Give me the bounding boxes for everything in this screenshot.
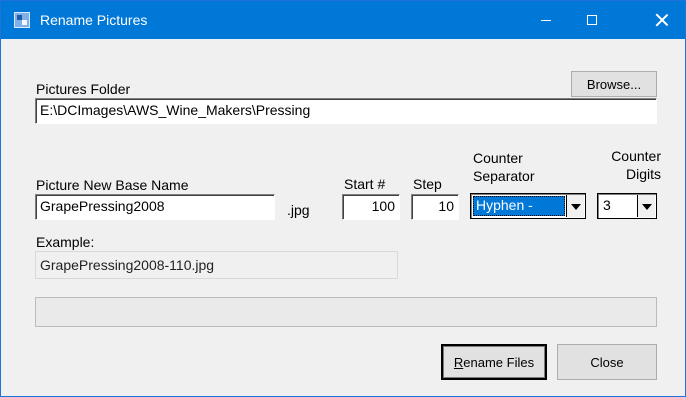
rename-pictures-window: Rename Pictures Pictures Folder Browse..…	[0, 0, 686, 397]
rename-files-label: ename Files	[463, 354, 535, 370]
example-output: GrapePressing2008-110.jpg	[35, 251, 398, 279]
start-number-input[interactable]: 100	[342, 194, 400, 220]
base-name-label: Picture New Base Name	[36, 177, 189, 193]
pictures-folder-input[interactable]: E:\DCImages\AWS_Wine_Makers\Pressing	[35, 98, 657, 124]
counter-separator-value: Hyphen -	[473, 196, 565, 216]
close-window-button[interactable]	[639, 1, 685, 39]
rename-accelerator: R	[453, 354, 464, 370]
maximize-button[interactable]	[569, 1, 615, 39]
counter-digits-label: Counter Digits	[611, 148, 661, 182]
maximize-icon	[587, 15, 597, 25]
progress-bar	[35, 297, 657, 327]
browse-button[interactable]: Browse...	[571, 71, 657, 97]
chevron-down-icon[interactable]	[566, 195, 584, 217]
rename-files-button[interactable]: Rename Files	[441, 344, 547, 380]
window-title: Rename Pictures	[40, 12, 148, 28]
app-pictures-icon	[14, 12, 30, 28]
start-number-label: Start #	[344, 176, 386, 192]
pictures-folder-label: Pictures Folder	[36, 81, 131, 97]
close-icon	[655, 13, 669, 27]
minimize-icon	[541, 19, 551, 21]
example-label: Example:	[36, 234, 95, 250]
chevron-down-icon[interactable]	[637, 195, 655, 217]
counter-separator-select[interactable]: Hyphen -	[470, 193, 586, 219]
counter-digits-select[interactable]: 3	[597, 193, 657, 219]
base-name-input[interactable]: GrapePressing2008	[35, 194, 275, 220]
step-input[interactable]: 10	[411, 194, 459, 220]
step-label: Step	[413, 176, 442, 192]
counter-separator-label: Counter Separator	[473, 150, 535, 184]
title-bar[interactable]: Rename Pictures	[1, 1, 685, 39]
close-button[interactable]: Close	[557, 344, 657, 380]
counter-digits-value: 3	[603, 197, 611, 213]
minimize-button[interactable]	[523, 1, 569, 39]
extension-label: .jpg	[287, 202, 310, 218]
